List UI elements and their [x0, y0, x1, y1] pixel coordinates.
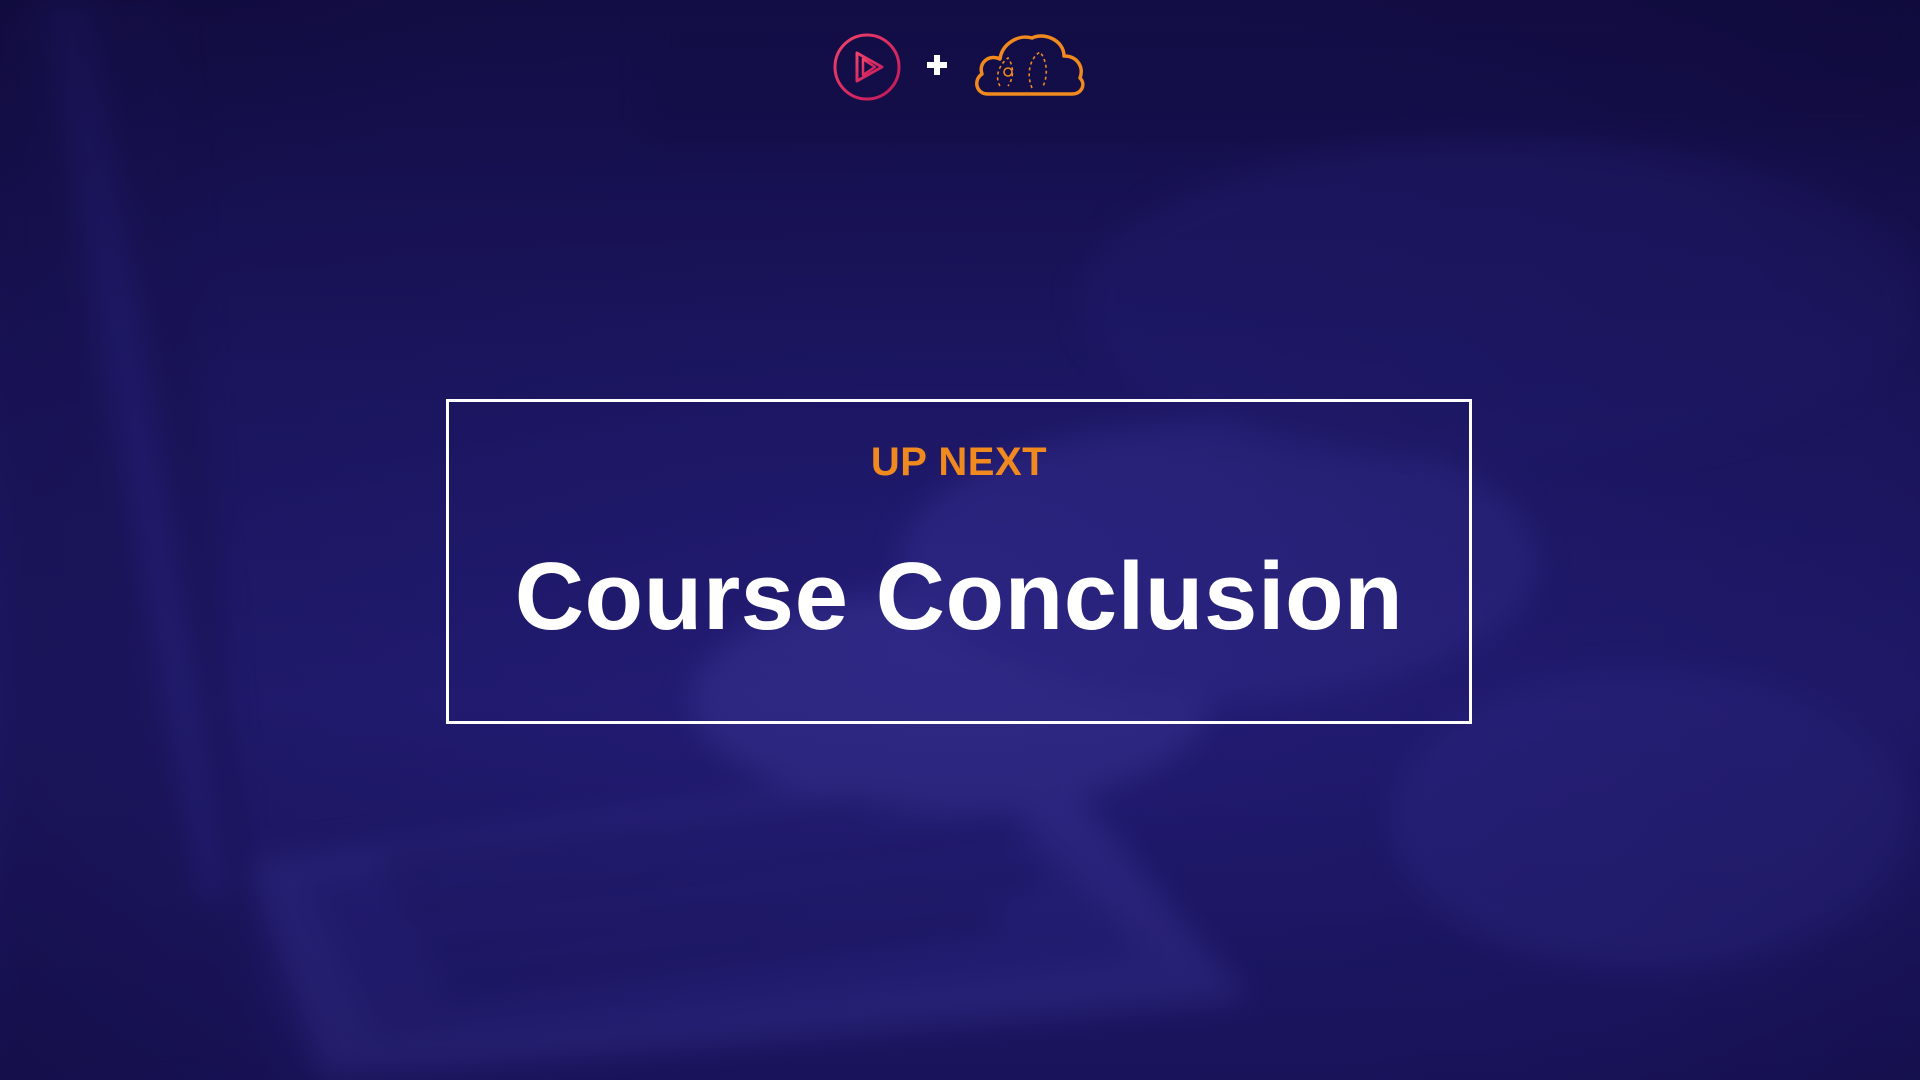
slide-stage: UP NEXT Course Conclusion	[0, 0, 1920, 1080]
up-next-label: UP NEXT	[870, 440, 1048, 484]
slide-title: Course Conclusion	[514, 543, 1404, 650]
logo-bar	[0, 28, 1920, 108]
cloud-icon	[975, 34, 1085, 96]
plus-icon	[927, 55, 947, 75]
up-next-card: UP NEXT Course Conclusion	[446, 399, 1472, 724]
play-circle-icon	[833, 33, 901, 101]
